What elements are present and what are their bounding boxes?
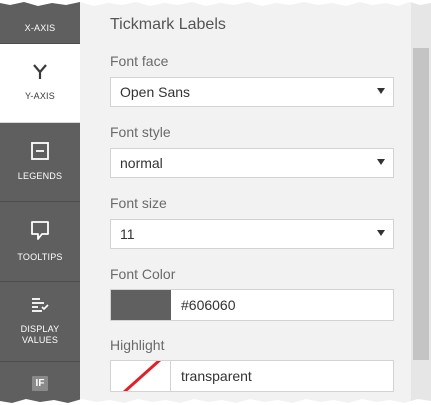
chevron-down-icon xyxy=(377,159,385,165)
font-color-label: Font Color xyxy=(110,266,176,282)
font-style-label: Font style xyxy=(110,124,171,140)
font-face-value: Open Sans xyxy=(120,84,191,100)
sidebar-item-label: Y-AXIS xyxy=(25,91,55,101)
font-color-swatch[interactable] xyxy=(111,290,171,320)
highlight-color-field[interactable]: transparent xyxy=(110,357,394,395)
sidebar-item-tooltips[interactable]: TOOLTIPS xyxy=(0,202,80,282)
font-color-field[interactable]: #606060 xyxy=(110,289,394,321)
settings-panel: Tickmark Labels Font face Open Sans Font… xyxy=(80,0,431,405)
settings-sidebar: X-AXIS Y-AXIS LEGENDS TOOLTIPS DISPLAY V… xyxy=(0,0,80,405)
chevron-down-icon xyxy=(377,88,385,94)
vertical-scrollbar[interactable] xyxy=(411,0,431,405)
chevron-down-icon xyxy=(377,230,385,236)
sidebar-item-label: DISPLAY VALUES xyxy=(20,324,60,345)
sidebar-item-y-axis[interactable]: Y-AXIS xyxy=(0,44,80,123)
font-style-value: normal xyxy=(120,155,163,171)
legend-icon xyxy=(31,142,49,165)
transparent-swatch-icon[interactable] xyxy=(111,357,171,395)
sidebar-item-label: TOOLTIPS xyxy=(17,251,63,262)
sidebar-item-display-values[interactable]: DISPLAY VALUES xyxy=(0,282,80,362)
scrollbar-thumb[interactable] xyxy=(413,48,429,360)
tooltip-icon xyxy=(31,220,49,246)
sidebar-item-label: LEGENDS xyxy=(17,171,63,181)
font-size-select[interactable]: 11 xyxy=(110,219,394,249)
if-icon: IF xyxy=(31,376,49,391)
font-face-label: Font face xyxy=(110,53,169,69)
font-face-select[interactable]: Open Sans xyxy=(110,77,394,107)
sidebar-item-legends[interactable]: LEGENDS xyxy=(0,123,80,202)
font-style-select[interactable]: normal xyxy=(110,148,394,178)
font-size-label: Font size xyxy=(110,195,167,211)
torn-edge-bottom xyxy=(0,399,431,405)
chart-settings-window: X-AXIS Y-AXIS LEGENDS TOOLTIPS DISPLAY V… xyxy=(0,0,431,405)
sidebar-item-label: X-AXIS xyxy=(24,23,56,33)
highlight-label: Highlight xyxy=(110,337,165,353)
font-size-value: 11 xyxy=(120,226,135,242)
torn-edge-top xyxy=(0,0,431,6)
y-axis-icon xyxy=(32,64,48,85)
highlight-value[interactable]: transparent xyxy=(171,368,252,384)
display-values-icon xyxy=(31,297,49,318)
font-color-value[interactable]: #606060 xyxy=(171,297,236,313)
section-title: Tickmark Labels xyxy=(110,16,226,33)
